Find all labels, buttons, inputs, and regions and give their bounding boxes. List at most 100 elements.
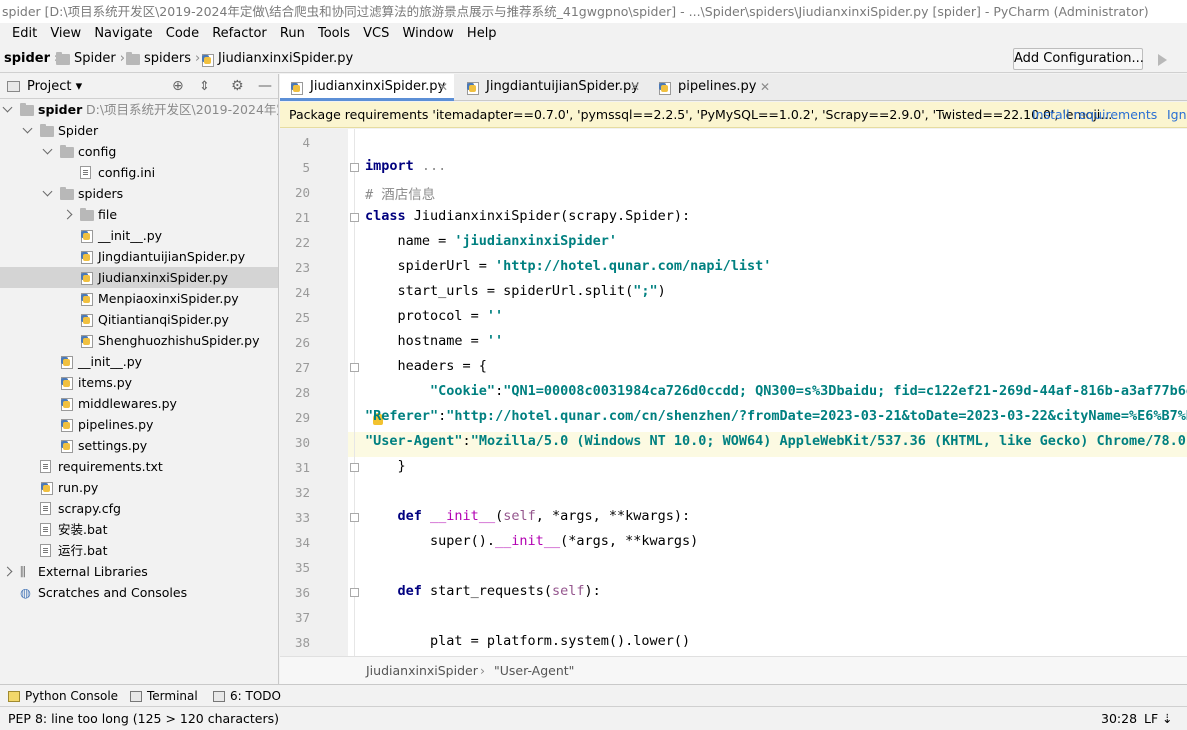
- tree-item[interactable]: ◍ Scratches and Consoles: [0, 582, 278, 603]
- tree-item[interactable]: pipelines.py: [0, 414, 278, 435]
- tree-item[interactable]: ⫼ External Libraries: [0, 561, 278, 582]
- tree-item[interactable]: 安装.bat: [0, 519, 278, 540]
- python-file-icon: [60, 355, 73, 369]
- code-line[interactable]: # 酒店信息: [365, 183, 435, 203]
- hide-panel-icon[interactable]: —: [258, 74, 272, 99]
- tree-item-label: __init__.py: [78, 354, 143, 369]
- line-number: 20: [294, 185, 310, 200]
- nav-crumb-file[interactable]: JiudianxinxiSpider.py: [201, 45, 353, 73]
- menu-help[interactable]: Help: [467, 26, 497, 41]
- line-ending[interactable]: LF ⇣: [1144, 707, 1173, 730]
- menu-view[interactable]: View: [50, 26, 81, 41]
- code-line[interactable]: plat = platform.system().lower(): [365, 633, 690, 649]
- code-line[interactable]: protocol = '': [365, 308, 504, 324]
- code-line[interactable]: hostname = '': [365, 333, 504, 349]
- tree-item[interactable]: spiders: [0, 183, 278, 204]
- code-line[interactable]: start_urls = spiderUrl.split(";"): [365, 283, 666, 299]
- text-file-icon: [40, 502, 51, 515]
- menu-navigate[interactable]: Navigate: [94, 26, 152, 41]
- code-line[interactable]: import ...: [365, 158, 446, 174]
- close-tab-icon[interactable]: ✕: [438, 74, 448, 100]
- chevron-down-icon[interactable]: [42, 186, 53, 197]
- breadcrumb-class[interactable]: JiudianxinxiSpider: [366, 657, 478, 685]
- tree-item[interactable]: JingdiantuijianSpider.py: [0, 246, 278, 267]
- code-line[interactable]: spiderUrl = 'http://hotel.qunar.com/napi…: [365, 258, 772, 274]
- nav-crumb-project[interactable]: spider›: [4, 45, 59, 73]
- fold-marker-icon[interactable]: [350, 213, 359, 222]
- tree-item[interactable]: requirements.txt: [0, 456, 278, 477]
- project-panel: Project ▾ ⊕ ⇕ ⚙ — spider D:\项目系统开发区\2019-…: [0, 74, 279, 684]
- code-line[interactable]: class JiudianxinxiSpider(scrapy.Spider):: [365, 208, 690, 224]
- close-tab-icon[interactable]: ✕: [630, 74, 640, 100]
- fold-marker-icon[interactable]: [350, 363, 359, 372]
- fold-marker-icon[interactable]: [350, 588, 359, 597]
- tree-item[interactable]: __init__.py: [0, 225, 278, 246]
- menu-run[interactable]: Run: [280, 26, 305, 41]
- editor-tab-bar: JiudianxinxiSpider.py ✕ JingdiantuijianS…: [280, 74, 1187, 101]
- code-line[interactable]: def __init__(self, *args, **kwargs):: [365, 508, 691, 524]
- todo-button[interactable]: 6: TODO: [213, 685, 281, 707]
- menu-refactor[interactable]: Refactor: [212, 26, 267, 41]
- menu-window[interactable]: Window: [403, 26, 454, 41]
- python-file-icon: [60, 418, 73, 432]
- add-configuration-button[interactable]: Add Configuration...: [1013, 48, 1144, 70]
- code-line[interactable]: "User-Agent":"Mozilla/5.0 (Windows NT 10…: [365, 433, 1187, 449]
- fold-marker-icon[interactable]: [350, 513, 359, 522]
- code-line[interactable]: "Referer":"http://hotel.qunar.com/cn/she…: [365, 408, 1187, 424]
- chevron-right-icon[interactable]: [2, 566, 13, 577]
- tree-item[interactable]: run.py: [0, 477, 278, 498]
- code-editor[interactable]: 4 5 import ... 20 # 酒店信息 21 class Jiudianxinxi…: [280, 129, 1187, 656]
- project-view-selector[interactable]: Project ▾: [27, 74, 82, 99]
- tree-item[interactable]: 运行.bat: [0, 540, 278, 561]
- python-console-button[interactable]: Python Console: [8, 685, 118, 707]
- ignore-requirements-link[interactable]: Ignore: [1167, 102, 1187, 127]
- code-line[interactable]: "Cookie":"QN1=00008c0031984ca726d0ccdd; …: [365, 383, 1187, 399]
- collapse-all-icon[interactable]: ⇕: [199, 74, 210, 99]
- chevron-down-icon[interactable]: [2, 102, 13, 113]
- caret-position[interactable]: 30:28: [1101, 707, 1137, 730]
- close-tab-icon[interactable]: ✕: [760, 74, 770, 100]
- run-icon[interactable]: [1158, 54, 1167, 66]
- gear-icon[interactable]: ⚙: [231, 74, 244, 99]
- menu-code[interactable]: Code: [166, 26, 199, 41]
- fold-marker-icon[interactable]: [350, 163, 359, 172]
- tree-item-label: __init__.py: [98, 228, 163, 243]
- tab-jingdiantuijianspider[interactable]: JingdiantuijianSpider.py ✕: [456, 74, 646, 101]
- tree-item[interactable]: middlewares.py: [0, 393, 278, 414]
- tree-item[interactable]: items.py: [0, 372, 278, 393]
- chevron-right-icon[interactable]: [62, 209, 73, 220]
- install-requirements-link[interactable]: Install requirements: [1032, 102, 1157, 127]
- code-line[interactable]: }: [365, 458, 406, 474]
- code-line[interactable]: def start_requests(self):: [365, 583, 601, 599]
- tab-jiudianxinxispider[interactable]: JiudianxinxiSpider.py ✕: [280, 74, 454, 101]
- breadcrumb-key[interactable]: "User-Agent": [494, 657, 574, 685]
- tree-item[interactable]: __init__.py: [0, 351, 278, 372]
- chevron-down-icon[interactable]: [22, 123, 33, 134]
- tree-item-label: JiudianxinxiSpider.py: [98, 270, 228, 285]
- code-line[interactable]: headers = {: [365, 358, 487, 374]
- tree-item[interactable]: MenpiaoxinxiSpider.py: [0, 288, 278, 309]
- tree-item[interactable]: config.ini: [0, 162, 278, 183]
- tree-item[interactable]: config: [0, 141, 278, 162]
- nav-crumb-spider[interactable]: Spider ›: [56, 45, 125, 73]
- tree-item[interactable]: Spider: [0, 120, 278, 141]
- tree-item[interactable]: spiderD:\项目系统开发区\2019-2024年定做: [0, 99, 278, 120]
- tree-item[interactable]: QitiantianqiSpider.py: [0, 309, 278, 330]
- code-line[interactable]: super().__init__(*args, **kwargs): [365, 533, 698, 549]
- locate-icon[interactable]: ⊕: [172, 74, 184, 99]
- menu-vcs[interactable]: VCS: [363, 26, 389, 41]
- code-line[interactable]: name = 'jiudianxinxiSpider': [365, 233, 617, 249]
- tree-item[interactable]: ShenghuozhishuSpider.py: [0, 330, 278, 351]
- menu-tools[interactable]: Tools: [318, 26, 350, 41]
- python-file-icon: [60, 439, 73, 453]
- chevron-down-icon[interactable]: [42, 144, 53, 155]
- menu-edit[interactable]: Edit: [12, 26, 37, 41]
- tree-item[interactable]: scrapy.cfg: [0, 498, 278, 519]
- tab-pipelines[interactable]: pipelines.py ✕: [648, 74, 776, 101]
- tree-item[interactable]: JiudianxinxiSpider.py: [0, 267, 278, 288]
- tree-item[interactable]: file: [0, 204, 278, 225]
- nav-crumb-spiders[interactable]: spiders ›: [126, 45, 200, 73]
- terminal-button[interactable]: Terminal: [130, 685, 198, 707]
- tree-item[interactable]: settings.py: [0, 435, 278, 456]
- fold-marker-icon[interactable]: [350, 463, 359, 472]
